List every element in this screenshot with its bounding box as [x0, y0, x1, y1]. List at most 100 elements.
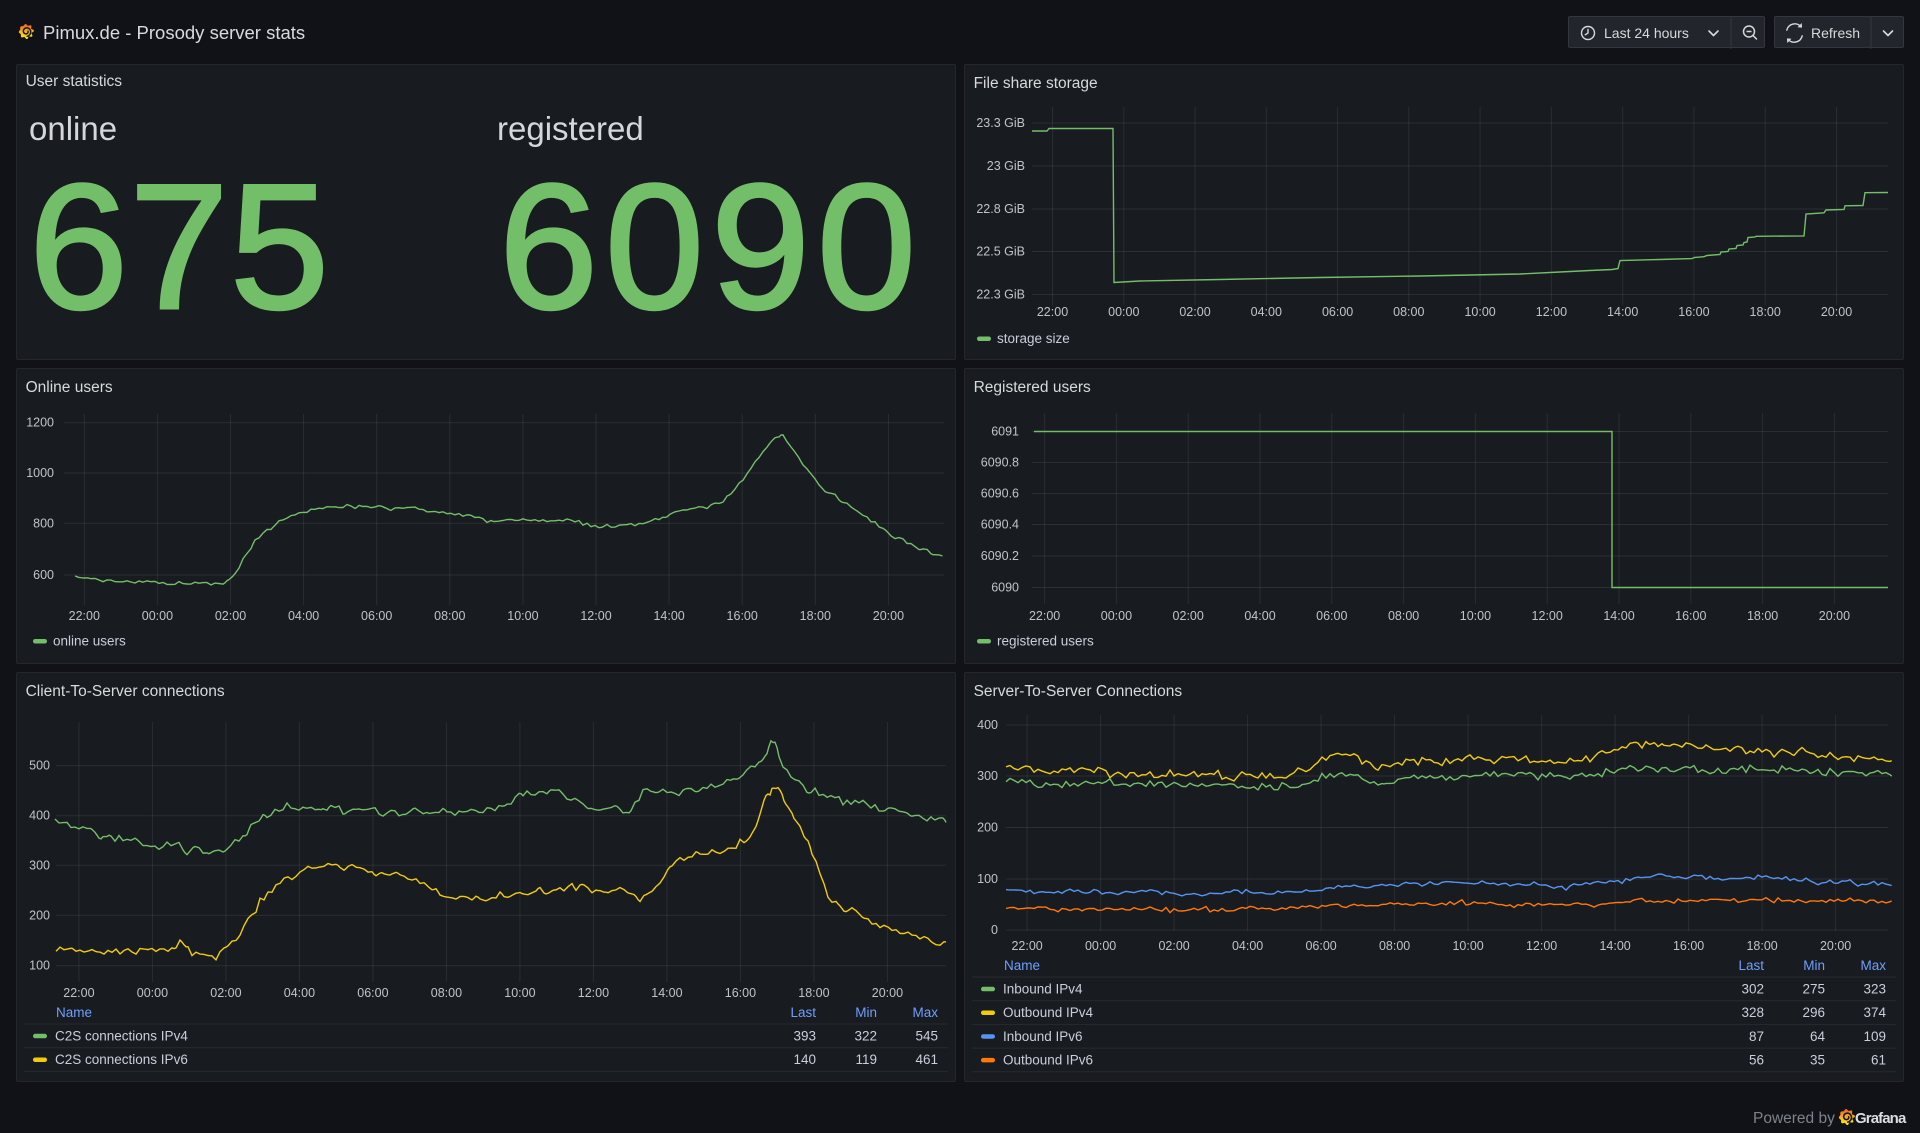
svg-text:322: 322 [854, 1029, 877, 1044]
svg-text:02:00: 02:00 [215, 609, 246, 623]
svg-text:12:00: 12:00 [1532, 609, 1563, 623]
svg-text:Server-To-Server Connections: Server-To-Server Connections [974, 683, 1183, 700]
svg-text:18:00: 18:00 [800, 609, 831, 623]
svg-text:Last 24 hours: Last 24 hours [1604, 25, 1689, 41]
svg-text:08:00: 08:00 [434, 609, 465, 623]
svg-text:20:00: 20:00 [1819, 609, 1850, 623]
svg-text:22.3 GiB: 22.3 GiB [976, 288, 1025, 302]
svg-text:Max: Max [1860, 958, 1886, 973]
svg-text:6090.2: 6090.2 [981, 549, 1019, 563]
svg-text:Inbound IPv4: Inbound IPv4 [1003, 982, 1083, 997]
svg-text:56: 56 [1749, 1053, 1764, 1068]
svg-text:16:00: 16:00 [1678, 305, 1709, 319]
svg-text:18:00: 18:00 [1750, 305, 1781, 319]
svg-text:12:00: 12:00 [580, 609, 611, 623]
svg-text:10:00: 10:00 [1460, 609, 1491, 623]
svg-text:23.3 GiB: 23.3 GiB [976, 116, 1025, 130]
svg-text:Refresh: Refresh [1811, 25, 1860, 41]
svg-text:22:00: 22:00 [1029, 609, 1060, 623]
svg-text:Client-To-Server connections: Client-To-Server connections [26, 683, 225, 700]
svg-text:140: 140 [793, 1052, 816, 1067]
svg-text:storage size: storage size [997, 331, 1070, 346]
svg-text:23 GiB: 23 GiB [987, 159, 1025, 173]
svg-text:61: 61 [1871, 1053, 1886, 1068]
svg-text:374: 374 [1863, 1005, 1886, 1020]
svg-text:04:00: 04:00 [1251, 305, 1282, 319]
svg-text:100: 100 [977, 872, 998, 886]
svg-text:Last: Last [790, 1005, 816, 1020]
svg-text:06:00: 06:00 [1322, 305, 1353, 319]
svg-text:C2S connections IPv6: C2S connections IPv6 [55, 1052, 188, 1067]
svg-text:18:00: 18:00 [798, 986, 829, 1000]
svg-text:1200: 1200 [26, 416, 54, 430]
svg-text:393: 393 [793, 1029, 816, 1044]
svg-text:302: 302 [1741, 982, 1764, 997]
svg-text:275: 275 [1802, 982, 1825, 997]
svg-text:1000: 1000 [26, 466, 54, 480]
svg-text:323: 323 [1863, 982, 1886, 997]
svg-text:Max: Max [912, 1005, 938, 1020]
svg-text:12:00: 12:00 [1526, 939, 1557, 953]
svg-text:12:00: 12:00 [1536, 305, 1567, 319]
svg-text:20:00: 20:00 [1821, 305, 1852, 319]
svg-text:16:00: 16:00 [725, 986, 756, 1000]
svg-text:10:00: 10:00 [1464, 305, 1495, 319]
svg-text:545: 545 [915, 1029, 938, 1044]
svg-text:C2S connections IPv4: C2S connections IPv4 [55, 1029, 188, 1044]
svg-text:6090.4: 6090.4 [981, 518, 1019, 532]
svg-text:64: 64 [1810, 1029, 1826, 1044]
svg-text:300: 300 [977, 769, 998, 783]
svg-text:300: 300 [29, 858, 50, 872]
svg-text:14:00: 14:00 [1603, 609, 1634, 623]
svg-text:22.5 GiB: 22.5 GiB [976, 245, 1025, 259]
svg-text:Inbound IPv6: Inbound IPv6 [1003, 1029, 1083, 1044]
svg-text:18:00: 18:00 [1747, 609, 1778, 623]
svg-text:100: 100 [29, 959, 50, 973]
svg-text:04:00: 04:00 [288, 609, 319, 623]
svg-text:registered users: registered users [997, 634, 1094, 649]
svg-text:04:00: 04:00 [284, 986, 315, 1000]
svg-text:200: 200 [29, 908, 50, 922]
svg-text:Min: Min [855, 1005, 877, 1020]
svg-text:Last: Last [1738, 958, 1764, 973]
svg-text:12:00: 12:00 [578, 986, 609, 1000]
svg-text:16:00: 16:00 [727, 609, 758, 623]
svg-text:08:00: 08:00 [1379, 939, 1410, 953]
svg-text:04:00: 04:00 [1244, 609, 1275, 623]
svg-text:119: 119 [855, 1052, 877, 1067]
svg-text:22:00: 22:00 [1037, 305, 1068, 319]
svg-text:20:00: 20:00 [873, 609, 904, 623]
svg-text:Name: Name [56, 1005, 92, 1020]
svg-text:02:00: 02:00 [1158, 939, 1189, 953]
svg-text:00:00: 00:00 [137, 986, 168, 1000]
svg-text:16:00: 16:00 [1675, 609, 1706, 623]
svg-text:400: 400 [29, 809, 50, 823]
svg-text:800: 800 [33, 516, 54, 530]
svg-text:Registered users: Registered users [974, 379, 1091, 396]
svg-text:Outbound IPv6: Outbound IPv6 [1003, 1053, 1093, 1068]
svg-text:14:00: 14:00 [1607, 305, 1638, 319]
svg-text:20:00: 20:00 [872, 986, 903, 1000]
svg-text:06:00: 06:00 [1305, 939, 1336, 953]
svg-text:22:00: 22:00 [1011, 939, 1042, 953]
svg-text:6091: 6091 [991, 425, 1019, 439]
svg-text:File share storage: File share storage [974, 75, 1098, 92]
svg-text:02:00: 02:00 [1179, 305, 1210, 319]
svg-text:Min: Min [1803, 958, 1825, 973]
svg-text:600: 600 [33, 568, 54, 582]
svg-text:461: 461 [915, 1052, 938, 1067]
svg-text:10:00: 10:00 [1452, 939, 1483, 953]
svg-text:02:00: 02:00 [210, 986, 241, 1000]
svg-text:00:00: 00:00 [142, 609, 173, 623]
svg-text:14:00: 14:00 [1599, 939, 1630, 953]
svg-text:20:00: 20:00 [1820, 939, 1851, 953]
svg-text:6090.8: 6090.8 [981, 456, 1019, 470]
svg-text:00:00: 00:00 [1108, 305, 1139, 319]
svg-text:400: 400 [977, 718, 998, 732]
svg-text:6090.6: 6090.6 [981, 487, 1019, 501]
svg-text:00:00: 00:00 [1101, 609, 1132, 623]
svg-text:06:00: 06:00 [357, 986, 388, 1000]
svg-text:04:00: 04:00 [1232, 939, 1263, 953]
svg-text:00:00: 00:00 [1085, 939, 1116, 953]
svg-text:0: 0 [991, 923, 998, 937]
